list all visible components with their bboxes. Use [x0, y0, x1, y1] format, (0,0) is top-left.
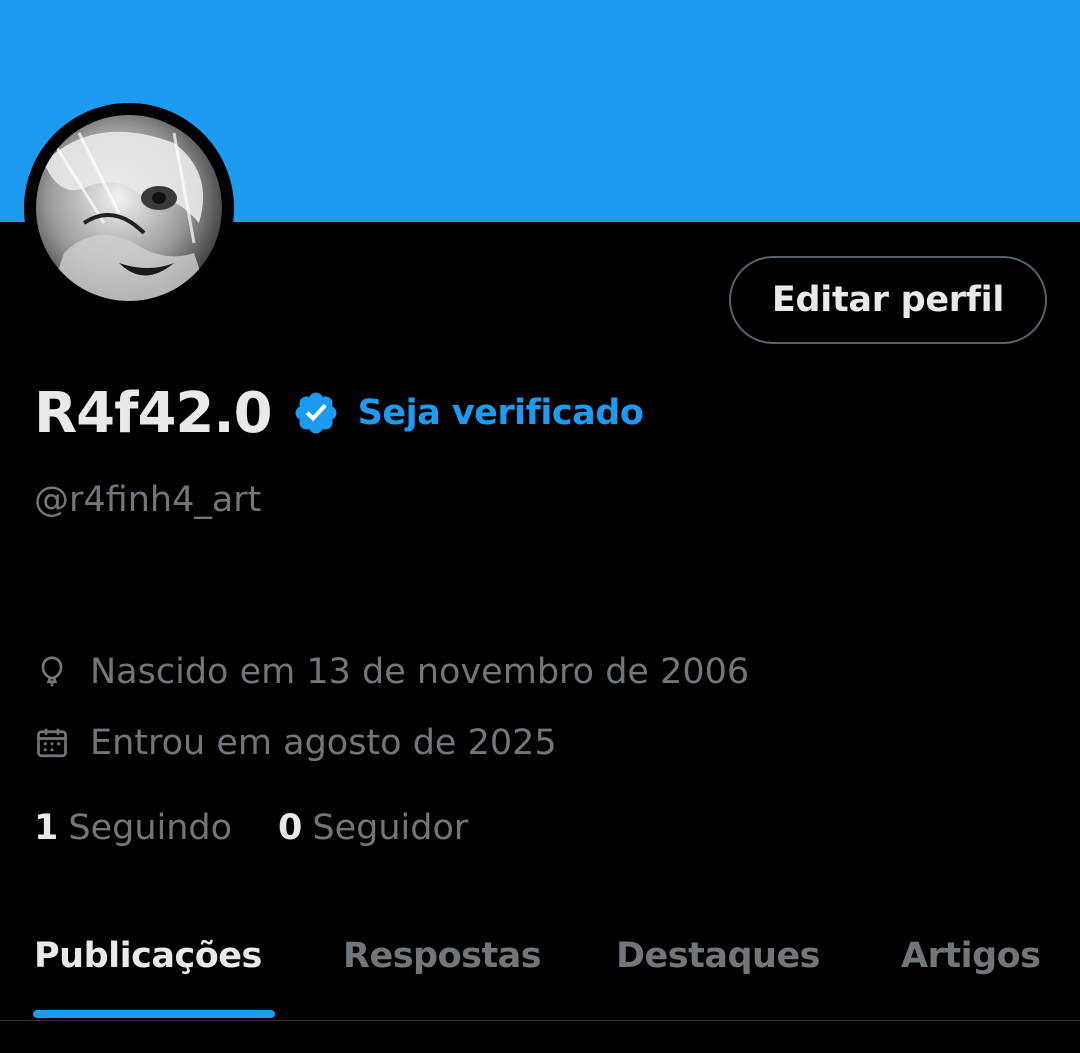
display-name: R4f42.0 [34, 380, 273, 446]
follow-stats: 1 Seguindo 0 Seguidor [34, 808, 468, 848]
tab-respostas[interactable]: Respostas [343, 936, 542, 976]
profile-tabs: Publicações Respostas Destaques Artigos [0, 918, 1080, 1020]
balloon-icon [34, 654, 70, 690]
tab-artigos[interactable]: Artigos [901, 936, 1041, 976]
joined-date-text: Entrou em agosto de 2025 [90, 723, 557, 763]
joined-date-row: Entrou em agosto de 2025 [34, 723, 557, 763]
tab-publicacoes[interactable]: Publicações [34, 936, 262, 976]
calendar-icon [34, 725, 70, 761]
active-tab-indicator [33, 1010, 275, 1018]
avatar[interactable] [24, 103, 234, 313]
handle: @r4finh4_art [34, 480, 262, 520]
following-link[interactable]: 1 Seguindo [34, 808, 232, 848]
edit-profile-button[interactable]: Editar perfil [729, 256, 1047, 344]
birth-date-text: Nascido em 13 de novembro de 2006 [90, 652, 750, 692]
profile-page: Editar perfil R4f42.0 Seja verificado @r… [0, 0, 1080, 1053]
following-count: 1 [34, 808, 59, 848]
tab-destaques[interactable]: Destaques [616, 936, 821, 976]
followers-label: Seguidor [312, 808, 469, 848]
tabs-divider [0, 1020, 1080, 1021]
avatar-image [24, 103, 234, 313]
followers-count: 0 [278, 808, 303, 848]
name-row: R4f42.0 Seja verificado [34, 378, 644, 448]
get-verified-link[interactable]: Seja verificado [358, 393, 644, 433]
followers-link[interactable]: 0 Seguidor [278, 808, 468, 848]
verified-badge-icon[interactable] [292, 389, 340, 437]
birth-date-row: Nascido em 13 de novembro de 2006 [34, 652, 749, 692]
following-label: Seguindo [68, 808, 233, 848]
